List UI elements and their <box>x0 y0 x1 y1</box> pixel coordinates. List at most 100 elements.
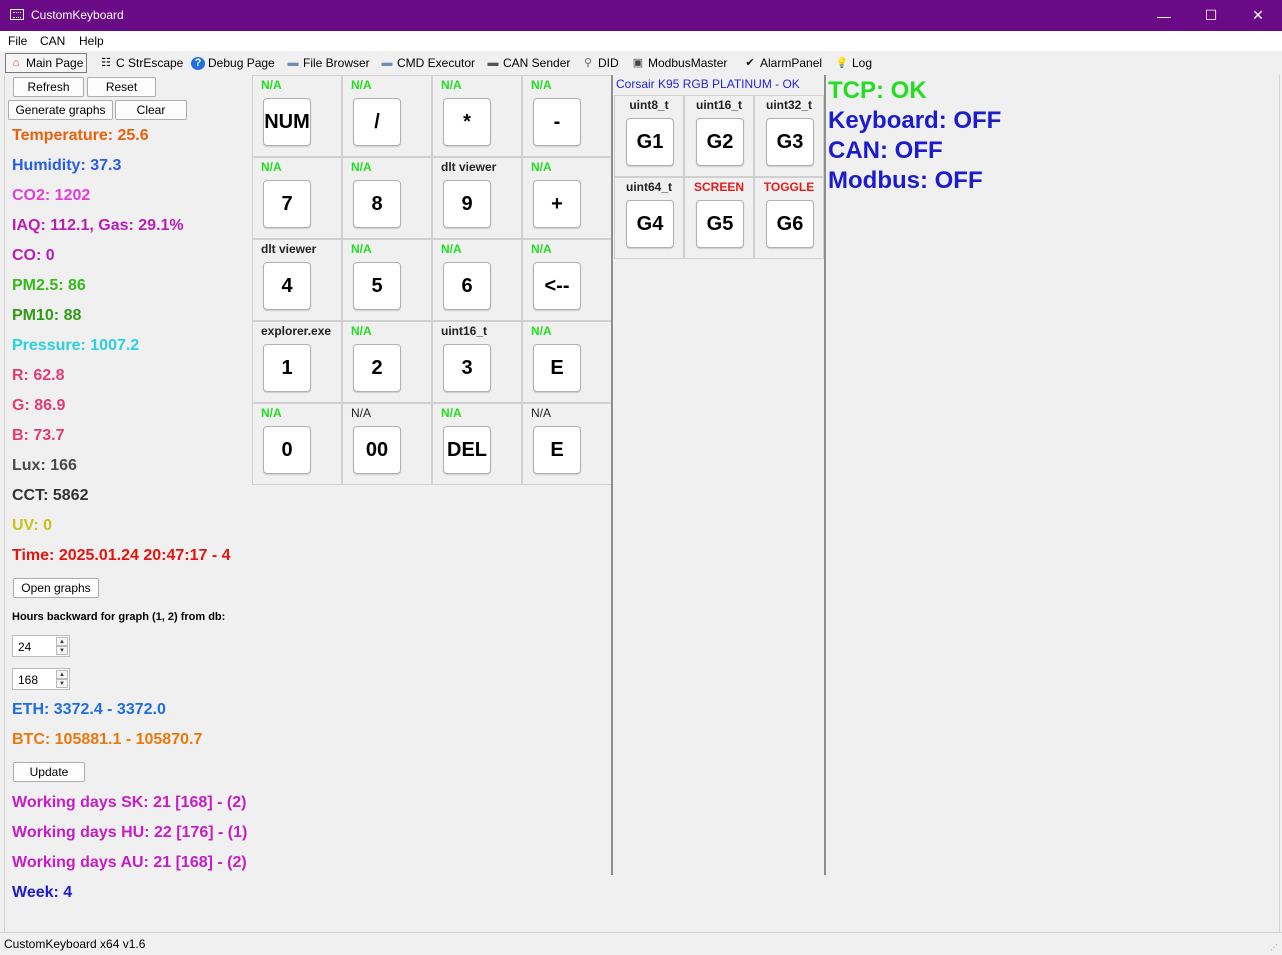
numpad-key-2[interactable]: 2 <box>353 344 401 392</box>
spinbox-value: 24 <box>18 640 32 654</box>
key-label: uint8_t <box>629 98 669 112</box>
key-label: N/A <box>261 406 282 420</box>
clear-button[interactable]: Clear <box>115 100 187 120</box>
panel-divider[interactable] <box>824 75 826 875</box>
key-label: TOGGLE <box>763 180 815 194</box>
numpad-key-3[interactable]: 3 <box>443 344 491 392</box>
key-label: uint16_t <box>441 324 488 338</box>
gkey-cell: uint32_t G3 <box>754 95 824 177</box>
menu-help[interactable]: Help <box>79 34 104 48</box>
key-label: N/A <box>531 78 552 92</box>
key-label: uint16_t <box>695 98 742 112</box>
hours-graph1-spinbox[interactable]: 24 ▲ ▼ <box>12 635 70 657</box>
resize-grip-icon[interactable]: ⋰ <box>1270 943 1280 953</box>
numpad-key-backspace[interactable]: <-- <box>533 262 581 310</box>
tab-modbus-master[interactable]: ▣ ModbusMaster <box>628 53 730 73</box>
panel-divider[interactable] <box>611 75 613 875</box>
hours-graph2-spinbox[interactable]: 168 ▲ ▼ <box>12 668 70 690</box>
close-button[interactable]: ✕ <box>1235 0 1281 31</box>
gkey-g5[interactable]: G5 <box>696 200 744 248</box>
menu-file[interactable]: File <box>8 34 27 48</box>
reset-button[interactable]: Reset <box>87 77 156 97</box>
tab-debug-page[interactable]: ? Debug Page <box>188 53 278 73</box>
btc-price: BTC: 105881.1 - 105870.7 <box>12 731 203 748</box>
numpad-key-8[interactable]: 8 <box>353 180 401 228</box>
numpad-key-00[interactable]: 00 <box>353 426 401 474</box>
spin-down-icon[interactable]: ▼ <box>56 679 68 688</box>
update-button[interactable]: Update <box>13 762 85 782</box>
generate-graphs-button[interactable]: Generate graphs <box>8 100 113 120</box>
spin-down-icon[interactable]: ▼ <box>56 646 68 655</box>
gkey-g3[interactable]: G3 <box>766 118 814 166</box>
spin-up-icon[interactable]: ▲ <box>56 670 68 679</box>
key-label: N/A <box>441 78 462 92</box>
numpad-cell: N/A 2 <box>342 321 432 403</box>
key-label: N/A <box>441 406 462 420</box>
numpad-key-multiply[interactable]: * <box>443 98 491 146</box>
tab-cmd-executor[interactable]: ▬ CMD Executor <box>377 53 478 73</box>
numpad-key-enter-2[interactable]: E <box>533 426 581 474</box>
tab-did[interactable]: ⚲ DID <box>578 53 622 73</box>
main-page-panel: Refresh Reset Generate graphs Clear Temp… <box>4 75 1280 932</box>
red-value: R: 62.8 <box>12 367 65 384</box>
numpad-key-divide[interactable]: / <box>353 98 401 146</box>
refresh-button[interactable]: Refresh <box>13 77 84 97</box>
numpad-cell: N/A DEL <box>432 403 522 485</box>
tab-label: Debug Page <box>208 56 275 70</box>
numpad-key-plus[interactable]: + <box>533 180 581 228</box>
title-bar: CustomKeyboard — ☐ ✕ <box>0 0 1282 31</box>
minimize-button[interactable]: — <box>1141 0 1187 31</box>
gkey-cell: uint64_t G4 <box>614 177 684 259</box>
pm10-value: PM10: 88 <box>12 307 82 324</box>
working-days-au: Working days AU: 21 [168] - (2) <box>12 854 247 871</box>
key-label: N/A <box>351 160 372 174</box>
tcp-status: TCP: OK <box>828 77 927 104</box>
tab-bar: ⌂ Main Page ☷ C StrEscape ? Debug Page ▬… <box>0 51 1282 75</box>
numpad-key-enter[interactable]: E <box>533 344 581 392</box>
tab-label: ModbusMaster <box>648 56 728 70</box>
numpad-cell: N/A + <box>522 157 612 239</box>
tab-label: C StrEscape <box>116 56 184 70</box>
list-icon: ☷ <box>101 56 111 69</box>
can-status: CAN: OFF <box>828 137 943 164</box>
numpad-key-7[interactable]: 7 <box>263 180 311 228</box>
tab-label: Log <box>852 56 873 70</box>
numpad-cell: N/A 00 <box>342 403 432 485</box>
numpad-cell: N/A / <box>342 75 432 157</box>
tab-label: CAN Sender <box>503 56 571 70</box>
menu-can[interactable]: CAN <box>40 34 65 48</box>
gkey-g2[interactable]: G2 <box>696 118 744 166</box>
numpad-key-1[interactable]: 1 <box>263 344 311 392</box>
numpad-cell: N/A E <box>522 403 612 485</box>
tab-main-page[interactable]: ⌂ Main Page <box>5 53 88 73</box>
tab-alarm-panel[interactable]: ✔ AlarmPanel <box>740 53 825 73</box>
tab-can-sender[interactable]: ▬ CAN Sender <box>483 53 573 73</box>
numpad-key-del[interactable]: DEL <box>443 426 491 474</box>
numpad-key-0[interactable]: 0 <box>263 426 311 474</box>
uv-value: UV: 0 <box>12 517 53 534</box>
tab-log[interactable]: 💡 Log <box>832 53 875 73</box>
numpad-key-5[interactable]: 5 <box>353 262 401 310</box>
keyboard-status: Corsair K95 RGB PLATINUM - OK <box>616 77 800 91</box>
numpad-key-minus[interactable]: - <box>533 98 581 146</box>
gkey-g6[interactable]: G6 <box>766 200 814 248</box>
key-label: N/A <box>531 324 552 338</box>
numpad-key-4[interactable]: 4 <box>263 262 311 310</box>
version-label: CustomKeyboard x64 v1.6 <box>4 937 146 951</box>
gkey-g1[interactable]: G1 <box>626 118 674 166</box>
numpad-key-9[interactable]: 9 <box>443 180 491 228</box>
numpad-cell: N/A 8 <box>342 157 432 239</box>
maximize-button[interactable]: ☐ <box>1188 0 1234 31</box>
tab-c-strescape[interactable]: ☷ C StrEscape <box>96 53 186 73</box>
gkey-g4[interactable]: G4 <box>626 200 674 248</box>
key-label: N/A <box>351 324 372 338</box>
numpad-cell: N/A 6 <box>432 239 522 321</box>
spin-up-icon[interactable]: ▲ <box>56 637 68 646</box>
help-icon: ? <box>191 56 205 70</box>
numpad-key-6[interactable]: 6 <box>443 262 491 310</box>
open-graphs-button[interactable]: Open graphs <box>13 578 99 598</box>
numpad-cell: N/A 0 <box>252 403 342 485</box>
tab-file-browser[interactable]: ▬ File Browser <box>283 53 373 73</box>
week-number: Week: 4 <box>12 884 73 901</box>
numpad-key-num[interactable]: NUM <box>263 98 311 146</box>
